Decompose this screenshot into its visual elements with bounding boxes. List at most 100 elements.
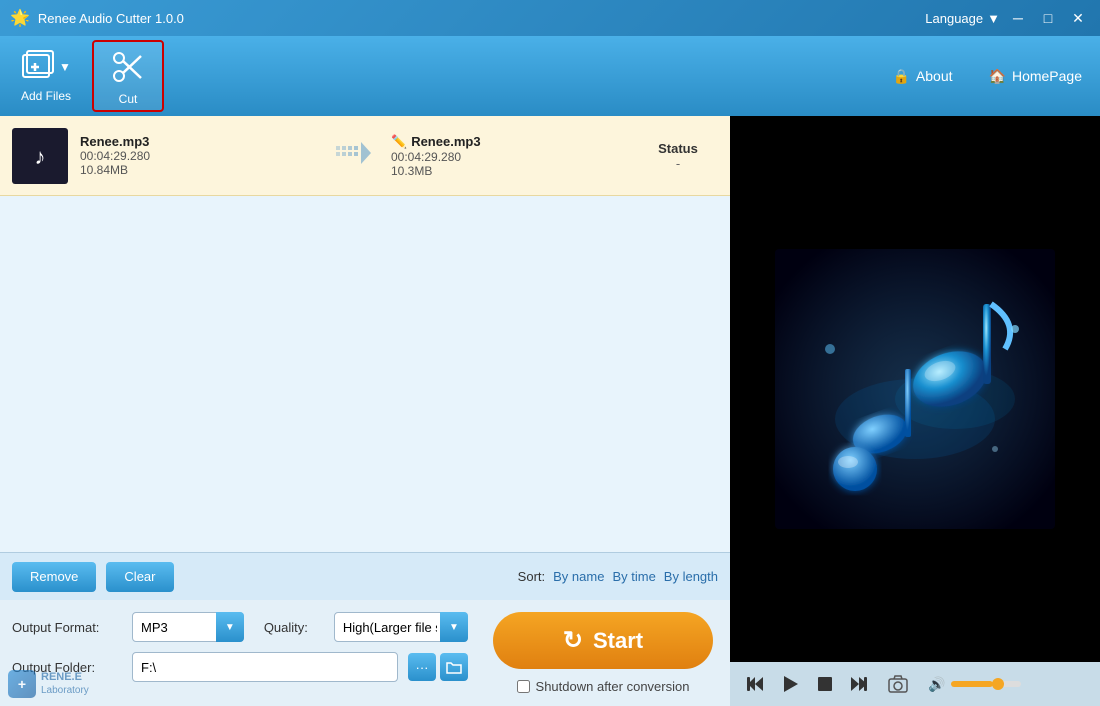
start-label: Start — [593, 628, 643, 654]
remove-button[interactable]: Remove — [12, 562, 96, 592]
skip-forward-icon — [850, 675, 868, 693]
file-list: ♪ Renee.mp3 00:04:29.280 10.84MB — [0, 116, 730, 552]
add-files-dropdown-arrow[interactable]: ▼ — [59, 60, 71, 74]
quality-label: Quality: — [264, 620, 324, 635]
titlebar-controls: Language ▼ ─ □ ✕ — [925, 6, 1090, 30]
brand-text: RENE.E Laboratory — [41, 671, 89, 696]
status-label: Status — [638, 141, 718, 156]
svg-text:♪: ♪ — [35, 143, 46, 168]
open-folder-icon — [446, 660, 462, 674]
close-button[interactable]: ✕ — [1066, 6, 1090, 30]
brand-watermark: + RENE.E Laboratory — [8, 670, 89, 698]
output-folder-path: F:\ — [132, 652, 398, 682]
cut-label: Cut — [119, 92, 138, 106]
sort-section: Sort: By name By time By length — [518, 569, 718, 584]
folder-buttons: ··· — [408, 653, 468, 681]
convert-arrow-icon — [335, 142, 371, 170]
shutdown-label: Shutdown after conversion — [536, 679, 690, 694]
output-duration: 00:04:29.280 — [391, 150, 626, 164]
music-visualization — [775, 249, 1055, 529]
screenshot-button[interactable] — [884, 673, 912, 695]
input-filename: Renee.mp3 — [80, 134, 315, 149]
output-format-row: Output Format: MP3 ▼ Quality: High(Large… — [12, 612, 468, 642]
start-button[interactable]: ↻ Start — [493, 612, 713, 669]
output-format-dropdown-arrow[interactable]: ▼ — [216, 612, 244, 642]
quality-dropdown-arrow[interactable]: ▼ — [440, 612, 468, 642]
language-label: Language — [925, 11, 983, 26]
player-controls: 🔊 — [730, 662, 1100, 706]
volume-thumb — [992, 678, 1004, 690]
about-nav-item[interactable]: 🔒 About — [884, 63, 960, 90]
clear-button[interactable]: Clear — [106, 562, 173, 592]
settings-area: Output Format: MP3 ▼ Quality: High(Large… — [0, 600, 730, 706]
add-files-button[interactable]: ▼ Add Files — [10, 40, 82, 112]
brand-name: RENE.E — [41, 671, 89, 684]
folder-path-value: F:\ — [141, 660, 156, 675]
brand-logo: + — [8, 670, 36, 698]
brand-logo-icon: + — [18, 676, 26, 692]
volume-slider[interactable] — [951, 681, 1021, 687]
status-value: - — [638, 156, 718, 171]
app-logo: 🌟 — [10, 8, 30, 28]
home-icon: 🏠 — [989, 68, 1006, 85]
shutdown-checkbox[interactable] — [517, 680, 530, 693]
language-selector[interactable]: Language ▼ — [925, 11, 1000, 26]
list-controls: Remove Clear Sort: By name By time By le… — [0, 552, 730, 600]
content-area: ♪ Renee.mp3 00:04:29.280 10.84MB — [0, 116, 1100, 706]
maximize-button[interactable]: □ — [1036, 6, 1060, 30]
input-duration: 00:04:29.280 — [80, 149, 315, 163]
homepage-label: HomePage — [1012, 68, 1082, 84]
play-button[interactable] — [776, 672, 804, 696]
file-status: Status - — [638, 141, 718, 171]
shutdown-check-row: Shutdown after conversion — [517, 679, 690, 694]
browse-folder-button[interactable]: ··· — [408, 653, 436, 681]
scissors-svg — [109, 48, 147, 86]
open-folder-button[interactable] — [440, 653, 468, 681]
volume-fill — [951, 681, 993, 687]
start-section: ↻ Start Shutdown after conversion — [488, 612, 718, 694]
toolbar: ▼ Add Files Cut 🔒 About 🏠 — [0, 36, 1100, 116]
sort-label: Sort: — [518, 569, 545, 584]
sort-by-length[interactable]: By length — [664, 569, 718, 584]
file-thumbnail: ♪ — [12, 128, 68, 184]
table-row: ♪ Renee.mp3 00:04:29.280 10.84MB — [0, 116, 730, 196]
about-label: About — [916, 68, 953, 84]
output-format-select-wrap: MP3 ▼ — [132, 612, 244, 642]
input-size: 10.84MB — [80, 163, 315, 177]
output-format-label: Output Format: — [12, 620, 122, 635]
refresh-icon: ↻ — [563, 626, 583, 655]
language-dropdown-icon: ▼ — [987, 11, 1000, 26]
add-files-label: Add Files — [21, 89, 71, 103]
homepage-nav-item[interactable]: 🏠 HomePage — [981, 63, 1090, 90]
minimize-button[interactable]: ─ — [1006, 6, 1030, 30]
volume-icon: 🔊 — [928, 676, 945, 693]
stop-icon — [816, 675, 834, 693]
titlebar: 🌟 Renee Audio Cutter 1.0.0 Language ▼ ─ … — [0, 0, 1100, 36]
volume-control: 🔊 — [928, 676, 1021, 693]
stop-button[interactable] — [812, 673, 838, 695]
app-title: Renee Audio Cutter 1.0.0 — [38, 11, 925, 26]
brand-lab: Laboratory — [41, 685, 89, 697]
play-icon — [780, 674, 800, 694]
edit-icon: ✏️ — [391, 134, 407, 150]
skip-back-icon — [746, 675, 764, 693]
arrow-svg — [335, 142, 371, 164]
output-filename: Renee.mp3 — [411, 134, 480, 149]
lock-icon: 🔒 — [892, 68, 909, 85]
left-content: ♪ Renee.mp3 00:04:29.280 10.84MB — [0, 116, 730, 706]
music-thumb-icon: ♪ — [20, 136, 60, 176]
toolbar-nav: 🔒 About 🏠 HomePage — [884, 63, 1090, 90]
skip-back-button[interactable] — [742, 673, 768, 695]
scissors-icon — [107, 46, 149, 88]
app-window: 🌟 Renee Audio Cutter 1.0.0 Language ▼ ─ … — [0, 0, 1100, 706]
sort-by-time[interactable]: By time — [612, 569, 655, 584]
right-panel: 🔊 — [730, 116, 1100, 706]
camera-icon — [888, 675, 908, 693]
file-input-info: Renee.mp3 00:04:29.280 10.84MB — [80, 134, 315, 177]
sort-by-name[interactable]: By name — [553, 569, 604, 584]
quality-select-wrap: High(Larger file size) ▼ — [334, 612, 468, 642]
file-output-info: ✏️ Renee.mp3 00:04:29.280 10.3MB — [391, 134, 626, 178]
skip-forward-button[interactable] — [846, 673, 872, 695]
preview-area — [730, 116, 1100, 662]
cut-button[interactable]: Cut — [92, 40, 164, 112]
